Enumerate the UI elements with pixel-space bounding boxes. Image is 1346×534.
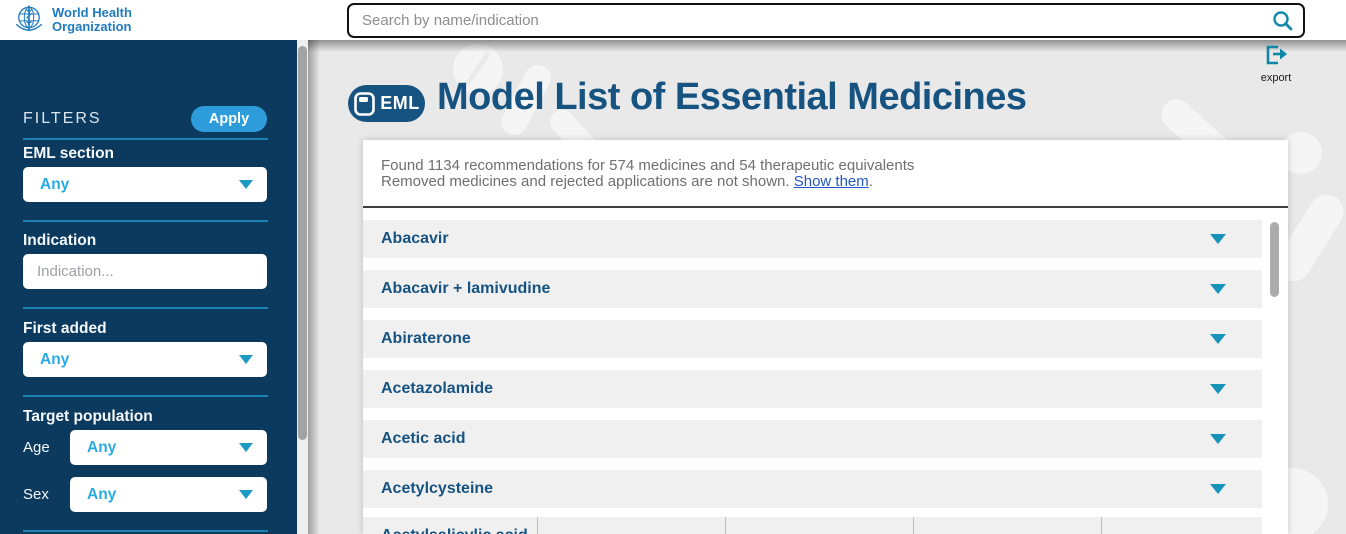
results-summary-line2: Removed medicines and rejected applicati… [381,174,914,190]
sidebar-divider [23,220,268,222]
first-added-select-value: Any [40,351,239,369]
search-input[interactable] [347,3,1305,38]
eml-section-select-value: Any [40,176,239,194]
export-icon [1263,44,1289,66]
eml-badge: EML [348,85,425,122]
filters-sidebar: FILTERS Apply EML section Any Indication… [0,40,297,534]
expand-caret-icon[interactable] [1210,284,1226,294]
first-added-select[interactable]: Any [23,342,267,377]
expand-caret-icon[interactable] [1210,234,1226,244]
medicine-name: Abacavir [381,230,449,248]
filter-label-indication: Indication [23,232,96,250]
medicine-name: Acetic acid [381,430,465,448]
sidebar-divider [23,395,268,397]
export-label: export [1250,72,1302,84]
expand-caret-icon[interactable] [1210,484,1226,494]
medicine-name: Acetylsalicylic acid [381,527,528,534]
medicine-row-acetazolamide[interactable]: Acetazolamide [363,370,1262,408]
results-card: Found 1134 recommendations for 574 medic… [363,140,1288,534]
medicine-row-abacavir[interactable]: Abacavir [363,220,1262,258]
expand-caret-icon[interactable] [1210,434,1226,444]
filter-label-eml-section: EML section [23,145,114,163]
results-summary-line2-text: Removed medicines and rejected applicati… [381,173,794,190]
medicine-name: Acetazolamide [381,380,493,398]
filter-label-sex: Sex [23,486,49,503]
age-select-value: Any [87,439,239,457]
header-shadow [308,40,1346,52]
chevron-down-icon [239,355,253,364]
sidebar-divider [23,138,268,140]
indication-input[interactable] [23,254,267,289]
list-scrollbar-thumb[interactable] [1270,222,1279,297]
export-button[interactable]: export [1250,44,1302,84]
top-header-bar: World Health Organization [0,0,1346,40]
age-select[interactable]: Any [70,430,267,465]
sidebar-divider [23,530,268,532]
apply-filters-button[interactable]: Apply [191,106,267,132]
sidebar-scrollbar[interactable] [297,40,308,534]
search-icon[interactable] [1272,10,1294,32]
summary-divider [363,206,1288,208]
sidebar-shadow [308,40,320,534]
filter-label-first-added: First added [23,320,107,338]
filter-label-age: Age [23,439,50,456]
eml-badge-label: EML [380,93,420,114]
filters-heading: FILTERS [23,110,102,128]
chevron-down-icon [239,180,253,189]
medicine-name: Abiraterone [381,330,471,348]
results-summary-line2-suffix: . [869,173,873,190]
page-title: Model List of Essential Medicines [437,76,1027,119]
chevron-down-icon [239,490,253,499]
medicine-row-acetylcysteine[interactable]: Acetylcysteine [363,470,1262,508]
medicine-name: Acetylcysteine [381,480,493,498]
medicine-row-abiraterone[interactable]: Abiraterone [363,320,1262,358]
medicine-name: Abacavir + lamivudine [381,280,550,298]
eml-browser-window: World Health Organization FILTERS Apply … [0,0,1346,534]
expand-caret-icon[interactable] [1210,334,1226,344]
medicine-row-acetic-acid[interactable]: Acetic acid [363,420,1262,458]
sex-select-value: Any [87,486,239,504]
sidebar-scrollbar-thumb[interactable] [298,46,307,440]
show-them-link[interactable]: Show them [794,173,869,190]
sidebar-divider [23,307,268,309]
main-content: export EML Model List of Essential Medic… [308,40,1346,534]
column-divider [913,517,914,534]
medicine-row-acetylsalicylic-acid[interactable]: Acetylsalicylic acid [363,517,1262,534]
column-divider [537,517,538,534]
chevron-down-icon [239,443,253,452]
eml-section-select[interactable]: Any [23,167,267,202]
who-emblem-icon [12,3,46,37]
column-divider [1101,517,1102,534]
sex-select[interactable]: Any [70,477,267,512]
filter-label-target-population: Target population [23,408,153,426]
results-summary-line1: Found 1134 recommendations for 574 medic… [381,158,914,174]
who-logo-line1: World Health [52,6,132,20]
column-divider [725,517,726,534]
search-bar [347,3,1305,38]
expand-caret-icon[interactable] [1210,384,1226,394]
who-logo[interactable]: World Health Organization [12,3,132,37]
who-logo-line2: Organization [52,20,132,34]
who-logo-text: World Health Organization [52,6,132,34]
book-icon [353,91,377,117]
results-summary: Found 1134 recommendations for 574 medic… [381,158,914,189]
medicine-row-abacavir-lamivudine[interactable]: Abacavir + lamivudine [363,270,1262,308]
